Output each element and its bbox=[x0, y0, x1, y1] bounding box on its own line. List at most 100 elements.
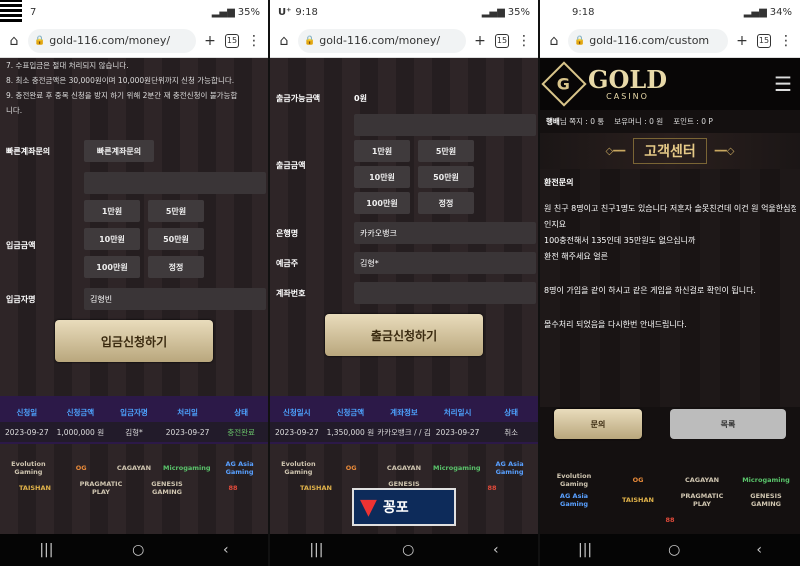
logo-microgaming: Microgaming bbox=[163, 464, 211, 472]
home-icon[interactable]: ⌂ bbox=[276, 33, 292, 49]
account-input[interactable] bbox=[354, 282, 536, 304]
inquiry-button[interactable]: 문의 bbox=[554, 409, 642, 439]
menu-icon[interactable]: ⋮ bbox=[246, 33, 262, 49]
android-nav: ||| ○ ‹ bbox=[540, 534, 800, 566]
logo-genesis: GENESIS GAMING bbox=[151, 480, 183, 496]
url-text: gold-116.com/money/ bbox=[319, 34, 441, 47]
page-content: G GOLD CASINO ☰ 행배님 쪽지 : 0 통 보유머니 : 0 원 … bbox=[540, 58, 800, 534]
bank-input[interactable]: 카카오뱅크 bbox=[354, 222, 536, 244]
status-bar: 7 ▂▄▆ 35% bbox=[0, 0, 268, 24]
recent-apps-icon[interactable]: ||| bbox=[309, 542, 323, 558]
logo-og: OG bbox=[632, 476, 644, 484]
hamburger-icon[interactable]: ☰ bbox=[774, 72, 792, 96]
site-header: G GOLD CASINO ☰ bbox=[540, 58, 800, 110]
logo-asia-gaming: AG Asia Gaming bbox=[559, 492, 589, 508]
withdraw-table-header: 신청일시 신청금액 계좌정보 처리일시 상태 bbox=[282, 407, 519, 417]
amount-50-button[interactable]: 50만원 bbox=[418, 166, 474, 188]
recent-apps-icon[interactable]: ||| bbox=[578, 542, 592, 558]
available-label: 출금가능금액 bbox=[276, 93, 321, 103]
amount-100-button[interactable]: 100만원 bbox=[84, 256, 140, 278]
logo-cagayan: CAGAYAN bbox=[386, 464, 422, 472]
ornament-left-icon: ◇━━ bbox=[605, 145, 626, 157]
new-tab-icon[interactable]: + bbox=[472, 33, 488, 49]
browser-bar: ⌂ 🔒 gold-116.com/custom + 15 ⋮ bbox=[540, 24, 800, 58]
back-icon[interactable]: ‹ bbox=[493, 542, 499, 558]
menu-icon[interactable]: ⋮ bbox=[778, 33, 794, 49]
inquiry-subject: 환전문의 bbox=[544, 178, 574, 187]
page-content: 7. 수표입금은 절대 처리되지 않습니다. 8. 최소 충전금액은 30,00… bbox=[0, 58, 268, 534]
bank-label: 은행명 bbox=[276, 228, 299, 238]
lock-icon: 🔒 bbox=[34, 35, 46, 46]
recent-apps-icon[interactable]: ||| bbox=[39, 542, 53, 558]
inquiry-body: 환전문의 원 친구 8명이고 친구1명도 있습니다 저혼자 솔못친건데 이건 원… bbox=[540, 169, 800, 407]
home-nav-icon[interactable]: ○ bbox=[402, 542, 414, 558]
list-button[interactable]: 목록 bbox=[670, 409, 786, 439]
tabs-icon[interactable]: 15 bbox=[494, 33, 510, 49]
home-nav-icon[interactable]: ○ bbox=[668, 542, 680, 558]
amount-5-button[interactable]: 5만원 bbox=[418, 140, 474, 162]
amount-10-button[interactable]: 10만원 bbox=[84, 228, 140, 250]
logo-88: 88 bbox=[487, 484, 497, 492]
tabs-icon[interactable]: 15 bbox=[224, 33, 240, 49]
address-bar[interactable]: 🔒 gold-116.com/custom bbox=[568, 28, 728, 53]
battery: 35% bbox=[507, 6, 530, 18]
deposit-submit-button[interactable]: 입금신청하기 bbox=[55, 320, 213, 362]
menu-icon[interactable]: ⋮ bbox=[516, 33, 532, 49]
depositor-input[interactable]: 김형빈 bbox=[84, 288, 266, 310]
notice-9-cont: 니다. bbox=[6, 106, 23, 115]
logo-taishan: TAISHAN bbox=[19, 484, 51, 492]
deposit-amount-input[interactable] bbox=[84, 172, 266, 194]
address-bar[interactable]: 🔒 gold-116.com/money/ bbox=[298, 28, 466, 53]
withdraw-amount-input[interactable] bbox=[354, 114, 536, 136]
amount-reset-button[interactable]: 정정 bbox=[148, 256, 204, 278]
logo-evolution: Evolution Gaming bbox=[11, 460, 46, 476]
deposit-table-header: 신청일 신청금액 입금자명 처리일 상태 bbox=[16, 407, 249, 417]
notice-9: 9. 충전완료 후 중복 신청을 방지 하기 위해 2분간 재 충전신청이 불가… bbox=[6, 91, 238, 100]
inquiry-line: 인지요 bbox=[544, 220, 567, 229]
banner-title: 고객센터 bbox=[633, 138, 707, 164]
home-icon[interactable]: ⌂ bbox=[546, 33, 562, 49]
logo-asia-gaming: AG Asia Gaming bbox=[495, 460, 524, 476]
back-icon[interactable]: ‹ bbox=[223, 542, 229, 558]
time: 9:18 bbox=[572, 6, 595, 18]
holder-input[interactable]: 김형* bbox=[354, 252, 536, 274]
amount-5-button[interactable]: 5만원 bbox=[148, 200, 204, 222]
quick-account-button[interactable]: 빠른계좌문의 bbox=[84, 140, 154, 162]
address-bar[interactable]: 🔒 gold-116.com/money/ bbox=[28, 28, 196, 53]
new-tab-icon[interactable]: + bbox=[734, 33, 750, 49]
tabs-icon[interactable]: 15 bbox=[756, 33, 772, 49]
logo-cagayan: CAGAYAN bbox=[116, 464, 152, 472]
depositor-label: 입금자명 bbox=[6, 294, 36, 304]
logo-og: OG bbox=[345, 464, 357, 472]
amount-10-button[interactable]: 10만원 bbox=[354, 166, 410, 188]
logo-cagayan: CAGAYAN bbox=[684, 476, 720, 484]
new-tab-icon[interactable]: + bbox=[202, 33, 218, 49]
table-row: 2023-09-27 1,000,000 원 김형* 2023-09-27 충전완료 bbox=[0, 422, 268, 442]
signal-icon: ▂▄▆ bbox=[211, 6, 235, 18]
amount-100-button[interactable]: 100만원 bbox=[354, 192, 410, 214]
amount-50-button[interactable]: 50만원 bbox=[148, 228, 204, 250]
amount-1-button[interactable]: 1만원 bbox=[354, 140, 410, 162]
logo-microgaming: Microgaming bbox=[742, 476, 790, 484]
home-nav-icon[interactable]: ○ bbox=[132, 542, 144, 558]
brand-logo[interactable]: G GOLD CASINO bbox=[541, 61, 668, 107]
notice-7: 7. 수표입금은 절대 처리되지 않습니다. bbox=[6, 61, 129, 70]
time: 9:18 bbox=[295, 6, 318, 18]
home-icon[interactable]: ⌂ bbox=[6, 33, 22, 49]
quick-account-label: 빠른계좌문의 bbox=[6, 146, 51, 156]
amount-1-button[interactable]: 1만원 bbox=[84, 200, 140, 222]
url-text: gold-116.com/custom bbox=[589, 34, 710, 47]
logo-asia-gaming: AG Asia Gaming bbox=[225, 460, 254, 476]
carrier-label: U⁺ bbox=[278, 6, 292, 18]
brand-name: GOLD bbox=[588, 64, 668, 94]
reply-line: 8명이 가입을 같이 하시고 같은 게임을 하신걸로 확인이 됩니다. bbox=[544, 286, 756, 295]
withdraw-submit-button[interactable]: 출금신청하기 bbox=[325, 314, 483, 356]
signal-icon: ▂▄▆ bbox=[743, 6, 767, 18]
gold-g-icon: G bbox=[541, 61, 587, 107]
logo-taishan: TAISHAN bbox=[622, 496, 654, 504]
logo-og: OG bbox=[75, 464, 87, 472]
back-icon[interactable]: ‹ bbox=[756, 542, 762, 558]
amount-reset-button[interactable]: 정정 bbox=[418, 192, 474, 214]
inquiry-line: 100충전해서 135인데 35만원도 없으십니까 bbox=[544, 236, 696, 245]
phone-deposit: 7 ▂▄▆ 35% ⌂ 🔒 gold-116.com/money/ + 15 ⋮ 7… bbox=[0, 0, 268, 566]
